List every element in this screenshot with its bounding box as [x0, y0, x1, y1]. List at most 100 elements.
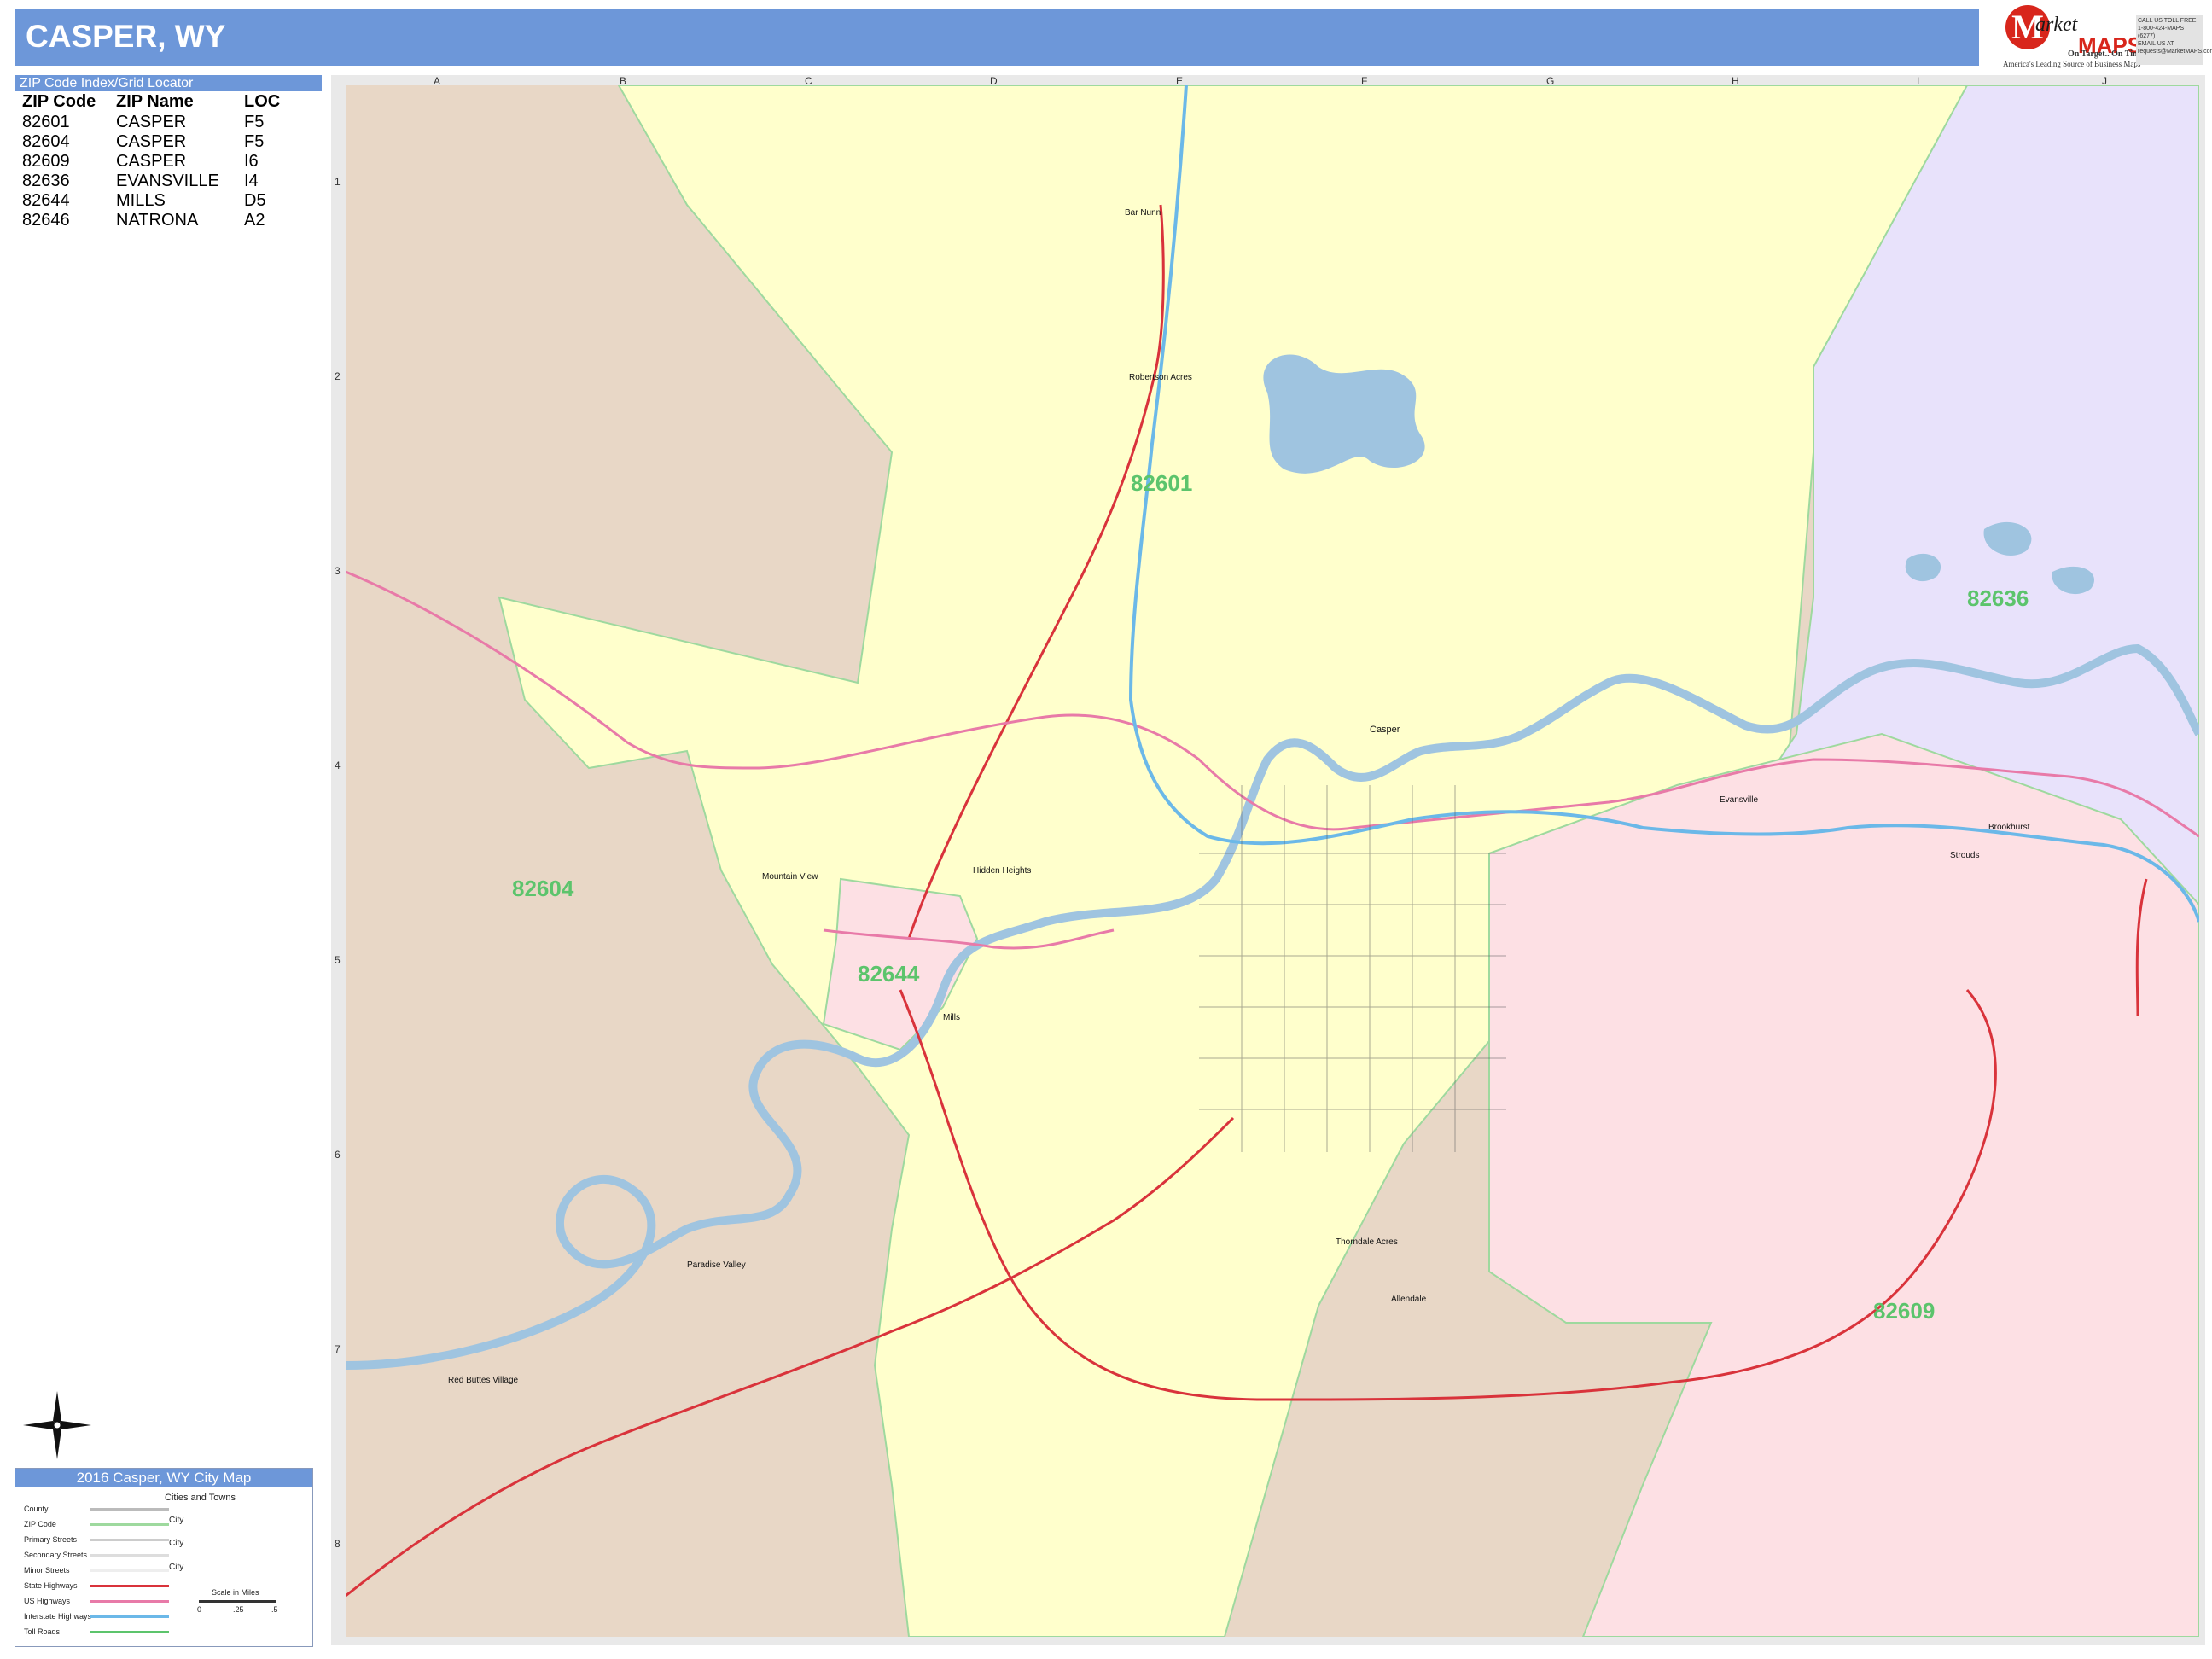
cell-loc: I4: [244, 171, 259, 190]
grid-col-a: A: [434, 75, 441, 87]
place-casper: Casper: [1370, 725, 1400, 735]
map-legend: 2016 Casper, WY City Map Cities and Town…: [15, 1468, 313, 1647]
legend-swatch-primary: [90, 1539, 169, 1541]
table-row: 82644 MILLS D5: [22, 190, 280, 210]
cell-zip: 82646: [22, 210, 70, 230]
zip-label-82604: 82604: [512, 876, 574, 901]
legend-minor: Minor Streets: [24, 1566, 70, 1575]
legend-primary: Primary Streets: [24, 1535, 78, 1544]
grid-col-d: D: [990, 75, 998, 87]
col-zip-code: ZIP Code: [22, 91, 96, 111]
contact-line: requests@MarketMAPS.com: [2138, 49, 2212, 55]
cell-loc: F5: [244, 112, 265, 131]
cell-name: CASPER: [116, 112, 187, 131]
cell-loc: F5: [244, 131, 265, 151]
col-zip-name: ZIP Name: [116, 91, 194, 111]
legend-swatch-toll: [90, 1631, 169, 1633]
place-brookhurst: Brookhurst: [1988, 823, 2030, 832]
legend-swatch-state: [90, 1585, 169, 1587]
map-title: CASPER, WY: [26, 19, 226, 54]
table-row: 82601 CASPER F5: [22, 112, 280, 131]
cell-zip: 82644: [22, 190, 70, 210]
grid-col-g: G: [1546, 75, 1555, 87]
legend-swatch-minor: [90, 1569, 169, 1572]
contact-line: 1-800-424-MAPS (6277): [2138, 26, 2185, 39]
grid-row-8: 8: [335, 1538, 341, 1550]
title-bar: CASPER, WY: [15, 9, 1979, 66]
table-row: 82636 EVANSVILLE I4: [22, 171, 280, 190]
legend-secondary: Secondary Streets: [24, 1551, 88, 1559]
place-strouds: Strouds: [1950, 851, 1979, 860]
cell-zip: 82609: [22, 151, 70, 171]
place-bar-nunn: Bar Nunn: [1125, 208, 1161, 218]
cell-name: CASPER: [116, 131, 187, 151]
cell-zip: 82601: [22, 112, 70, 131]
cell-zip: 82636: [22, 171, 70, 190]
legend-swatch-interstate: [90, 1615, 169, 1618]
place-mountain-view: Mountain View: [762, 872, 818, 882]
city-map[interactable]: 82601 82604 82636 82609 82644 Casper Eva…: [346, 85, 2199, 1637]
legend-zip: ZIP Code: [24, 1520, 56, 1528]
grid-row-7: 7: [335, 1343, 341, 1355]
logo-word: arket: [2035, 14, 2078, 36]
grid-col-b: B: [620, 75, 627, 87]
contact-line: CALL US TOLL FREE:: [2138, 18, 2198, 24]
zip-label-82644: 82644: [858, 961, 920, 987]
grid-col-j: J: [2102, 75, 2107, 87]
cell-loc: D5: [244, 190, 266, 210]
legend-title: 2016 Casper, WY City Map: [15, 1469, 312, 1487]
legend-state-hwy: State Highways: [24, 1581, 78, 1590]
cell-name: EVANSVILLE: [116, 171, 219, 190]
logo-tagline-2: America's Leading Source of Business Map…: [2003, 60, 2141, 68]
cell-name: MILLS: [116, 190, 166, 210]
lake-east-3: [1905, 553, 1941, 582]
cell-loc: I6: [244, 151, 259, 171]
legend-county: County: [24, 1505, 49, 1513]
place-robertson-acres: Robertson Acres: [1129, 373, 1192, 382]
grid-col-i: I: [1917, 75, 1920, 87]
logo-contact-box: CALL US TOLL FREE: 1-800-424-MAPS (6277)…: [2136, 15, 2212, 65]
place-hidden-heights: Hidden Heights: [973, 866, 1031, 876]
legend-scale-bar: [199, 1600, 276, 1603]
cell-name: CASPER: [116, 151, 187, 171]
zip-label-82636: 82636: [1967, 585, 2029, 611]
col-loc: LOC: [244, 91, 281, 111]
table-row: 82604 CASPER F5: [22, 131, 280, 151]
legend-swatch-secondary: [90, 1554, 169, 1557]
legend-swatch-us: [90, 1600, 169, 1603]
grid-row-4: 4: [335, 760, 341, 771]
contact-line: EMAIL US AT:: [2138, 41, 2175, 47]
place-thorndale-acres: Thorndale Acres: [1336, 1237, 1398, 1247]
legend-swatch-county: [90, 1508, 169, 1511]
zip-table-header: ZIP Code ZIP Name LOC: [22, 91, 280, 112]
zip-label-82609: 82609: [1873, 1298, 1935, 1324]
grid-row-3: 3: [335, 565, 341, 577]
place-red-buttes-village: Red Buttes Village: [448, 1376, 519, 1385]
cell-name: NATRONA: [116, 210, 199, 230]
legend-toll: Toll Roads: [24, 1627, 61, 1636]
legend-city-3: City: [169, 1563, 184, 1572]
logo-tagline: On Target.. On Time.: [2068, 49, 2146, 59]
grid-col-e: E: [1176, 75, 1184, 87]
compass-rose-icon: [23, 1391, 91, 1459]
table-row: 82609 CASPER I6: [22, 151, 280, 171]
place-allendale: Allendale: [1391, 1295, 1427, 1304]
grid-col-f: F: [1361, 75, 1368, 87]
legend-scale-end: .5: [271, 1605, 278, 1614]
legend-scale-0: 0: [197, 1605, 202, 1614]
legend-city-2: City: [169, 1539, 184, 1548]
legend-interstate: Interstate Highways: [24, 1612, 92, 1621]
legend-scale-label: Scale in Miles: [212, 1588, 259, 1597]
grid-row-1: 1: [335, 176, 341, 188]
zip-index-heading: ZIP Code Index/Grid Locator: [15, 75, 322, 91]
grid-row-2: 2: [335, 370, 341, 382]
legend-us-hwy: US Highways: [24, 1597, 71, 1605]
cell-zip: 82604: [22, 131, 70, 151]
grid-row-6: 6: [335, 1149, 341, 1161]
zip-index-panel: ZIP Code Index/Grid Locator ZIP Code ZIP…: [15, 75, 322, 230]
table-row: 82646 NATRONA A2: [22, 210, 280, 230]
legend-swatch-zip: [90, 1523, 169, 1526]
market-maps-logo: M arket MAPS On Target.. On Time. Americ…: [1984, 5, 2212, 68]
legend-cities-heading: Cities and Towns: [165, 1493, 236, 1503]
grid-row-5: 5: [335, 954, 341, 966]
